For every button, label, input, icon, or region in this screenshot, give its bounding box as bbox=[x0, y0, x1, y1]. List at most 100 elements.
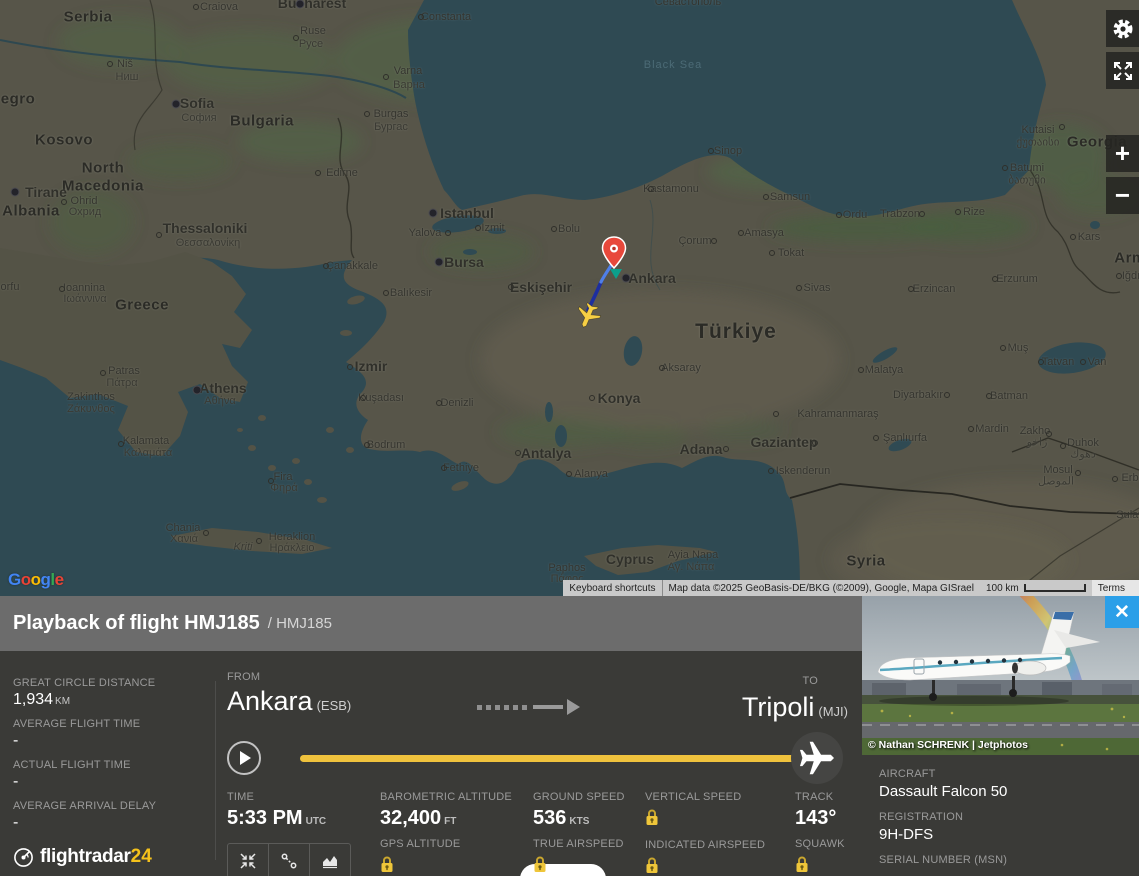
stat-average-flight-time: AVERAGE FLIGHT TIME - bbox=[13, 718, 208, 750]
map-label: Ιωάννινα bbox=[63, 293, 106, 305]
aircraft-panel: © Nathan SCHRENK | Jetphotos ✕ AIRCRAFT … bbox=[862, 596, 1139, 876]
map-label: Bucharest bbox=[278, 0, 346, 11]
map-label: Greece bbox=[115, 297, 169, 314]
lock-icon bbox=[380, 855, 394, 873]
city-dot bbox=[383, 290, 389, 296]
map-label: Syria bbox=[846, 553, 885, 570]
city-dot bbox=[268, 478, 274, 484]
playback-slider-handle[interactable] bbox=[791, 732, 843, 784]
telemetry-track: TRACK 143° SQUAWK bbox=[795, 791, 845, 876]
city-dot bbox=[711, 238, 717, 244]
city-dot bbox=[1060, 443, 1066, 449]
stat-great-circle-distance: GREAT CIRCLE DISTANCE 1,934KM bbox=[13, 677, 208, 709]
city-dot bbox=[256, 538, 262, 544]
collapse-button[interactable] bbox=[228, 844, 269, 876]
city-dot bbox=[908, 286, 914, 292]
fullscreen-button[interactable] bbox=[1106, 52, 1139, 89]
city-dot bbox=[873, 435, 879, 441]
city-dot bbox=[955, 209, 961, 215]
stat-average-arrival-delay: AVERAGE ARRIVAL DELAY - bbox=[13, 800, 208, 832]
map-label: Bursa bbox=[444, 254, 484, 270]
zoom-in-button[interactable]: + bbox=[1106, 135, 1139, 172]
city-dot bbox=[622, 274, 631, 283]
fullscreen-icon bbox=[1112, 60, 1134, 82]
playback-title: Playback of flight HMJ185 bbox=[13, 612, 260, 635]
playback-main: FROM Ankara(ESB) TO Tripoli(MJI) bbox=[227, 651, 854, 876]
map-settings-button[interactable] bbox=[1106, 10, 1139, 47]
flightradar24-logo[interactable]: flightradar24 bbox=[13, 846, 208, 868]
city-dot bbox=[986, 393, 992, 399]
city-dot bbox=[659, 365, 665, 371]
map-label: Van bbox=[1088, 356, 1107, 368]
map-label: دهوك bbox=[1070, 448, 1095, 461]
map-label: Iskenderun bbox=[776, 465, 830, 477]
to-city: Tripoli(MJI) bbox=[742, 692, 848, 723]
city-dot bbox=[1038, 359, 1044, 365]
city-dot bbox=[1070, 234, 1076, 240]
city-dot bbox=[296, 0, 305, 9]
telemetry-time: TIME 5:33 PMUTC bbox=[227, 791, 351, 876]
map-label: Adana bbox=[680, 441, 723, 457]
map-label: Muş bbox=[1008, 342, 1029, 354]
city-dot bbox=[723, 446, 729, 452]
city-dot bbox=[796, 285, 802, 291]
map-label: Batman bbox=[990, 390, 1028, 402]
city-dot bbox=[1075, 470, 1081, 476]
map-label: Yalova bbox=[409, 227, 442, 239]
map-label: Konya bbox=[598, 390, 641, 406]
map-label: Gaziantep bbox=[751, 434, 818, 450]
city-dot bbox=[919, 211, 925, 217]
map-label: Erzurum bbox=[996, 273, 1038, 285]
map-label: Alanya bbox=[574, 468, 608, 480]
collapse-icon bbox=[239, 852, 257, 870]
play-icon bbox=[240, 751, 251, 765]
map-label: Black Sea bbox=[644, 59, 703, 71]
aircraft-photo[interactable]: © Nathan SCHRENK | Jetphotos ✕ bbox=[862, 596, 1139, 755]
gear-icon bbox=[1111, 17, 1135, 41]
city-dot bbox=[347, 364, 353, 370]
map-label: Şanlıurfa bbox=[883, 432, 927, 444]
area-chart-icon bbox=[321, 852, 339, 870]
map-label: Sofia bbox=[180, 95, 214, 111]
map-label: Denizli bbox=[440, 397, 473, 409]
lock-icon bbox=[533, 855, 547, 873]
city-dot bbox=[293, 35, 299, 41]
map-label: Kalamata bbox=[123, 435, 169, 447]
map-attribution: Keyboard shortcuts Map data ©2025 GeoBas… bbox=[563, 580, 1139, 596]
telemetry-speed: GROUND SPEED 536KTS TRUE AIRSPEED bbox=[533, 791, 625, 876]
city-dot bbox=[61, 199, 67, 205]
map-label: Aksaray bbox=[661, 362, 701, 374]
terms-link[interactable]: Terms bbox=[1092, 580, 1139, 596]
map-label: Αγ. Νάπα bbox=[668, 561, 715, 573]
map-label: Constanta bbox=[421, 11, 471, 23]
zoom-out-button[interactable]: − bbox=[1106, 177, 1139, 214]
city-dot bbox=[738, 230, 744, 236]
playback-progress-bar[interactable] bbox=[300, 755, 797, 762]
map-canvas[interactable]: SerbiaegroKosovoNorthMacedoniaAlbaniaBul… bbox=[0, 0, 1139, 596]
msn-field: SERIAL NUMBER (MSN) - bbox=[879, 854, 1139, 876]
city-dot bbox=[1002, 165, 1008, 171]
city-dot bbox=[944, 392, 950, 398]
altitude-chart-button[interactable] bbox=[310, 844, 350, 876]
google-logo[interactable]: Google bbox=[8, 570, 64, 590]
map-label: orfu bbox=[1, 281, 20, 293]
close-button[interactable]: ✕ bbox=[1105, 596, 1139, 628]
map-label: Türkiye bbox=[695, 320, 777, 344]
map-label: Бургас bbox=[374, 121, 408, 133]
city-dot bbox=[315, 170, 321, 176]
map-label: Варна bbox=[393, 79, 425, 91]
route-dots-arrow-icon bbox=[477, 699, 580, 715]
map-label: Antalya bbox=[521, 445, 572, 461]
city-dot bbox=[708, 148, 714, 154]
map-label: Rize bbox=[963, 206, 985, 218]
from-city: Ankara(ESB) bbox=[227, 686, 351, 717]
lock-icon bbox=[645, 808, 659, 826]
city-dot bbox=[364, 442, 370, 448]
keyboard-shortcuts-button[interactable]: Keyboard shortcuts bbox=[563, 580, 662, 596]
city-dot bbox=[566, 471, 572, 477]
map-label: Bolu bbox=[558, 223, 580, 235]
map-label: Θεσσαλονίκη bbox=[176, 237, 240, 249]
city-dot bbox=[156, 232, 162, 238]
route-view-button[interactable] bbox=[269, 844, 310, 876]
play-button[interactable] bbox=[227, 741, 261, 775]
